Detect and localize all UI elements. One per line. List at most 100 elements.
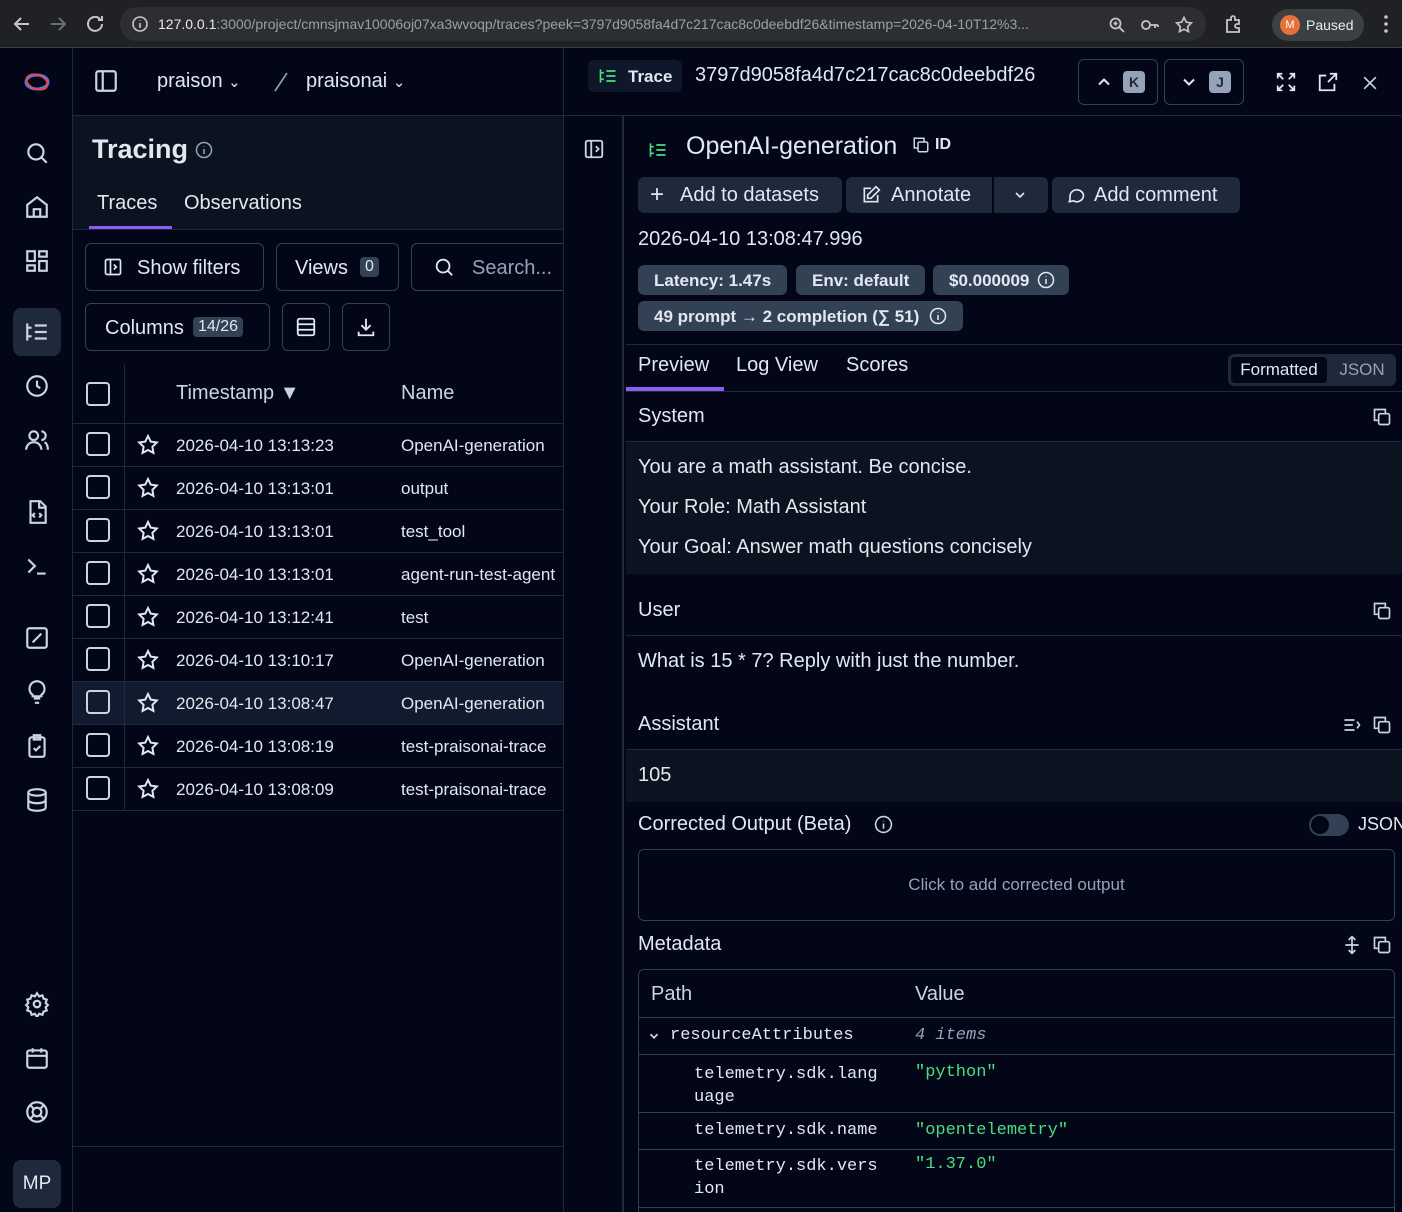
row-checkbox[interactable] xyxy=(86,518,110,542)
expand-icon[interactable] xyxy=(1275,71,1297,93)
row-checkbox[interactable] xyxy=(86,776,110,800)
star-icon[interactable] xyxy=(136,562,160,586)
forward-arrow-icon[interactable] xyxy=(46,12,70,36)
password-key-icon[interactable] xyxy=(1140,16,1160,34)
datasets-database-icon[interactable] xyxy=(24,787,50,813)
info-icon[interactable] xyxy=(929,307,947,325)
star-icon[interactable] xyxy=(136,777,160,801)
row-checkbox[interactable] xyxy=(86,432,110,456)
table-row[interactable]: 2026-04-10 13:08:19 test-praisonai-trace xyxy=(73,725,563,768)
star-icon[interactable] xyxy=(136,433,160,457)
annotate-dropdown-button[interactable] xyxy=(994,177,1048,213)
add-to-datasets-button[interactable]: + Add to datasets xyxy=(638,177,842,213)
open-external-icon[interactable] xyxy=(1317,71,1339,93)
table-row[interactable]: 2026-04-10 13:13:23 OpenAI-generation xyxy=(73,424,563,467)
table-row[interactable]: 2026-04-10 13:10:17 OpenAI-generation xyxy=(73,639,563,682)
id-label[interactable]: ID xyxy=(935,136,951,154)
profile-paused-button[interactable]: M Paused xyxy=(1272,9,1364,41)
copy-id-icon[interactable] xyxy=(912,136,930,154)
row-checkbox[interactable] xyxy=(86,604,110,628)
tab-preview[interactable]: Preview xyxy=(638,354,709,377)
copy-icon[interactable] xyxy=(1372,407,1392,427)
site-info-icon[interactable] xyxy=(131,15,149,33)
search-input[interactable]: Search... xyxy=(411,243,563,291)
project-switcher[interactable]: praisonai ⌄ xyxy=(306,70,405,93)
tab-scores[interactable]: Scores xyxy=(846,354,908,377)
chevron-down-icon[interactable] xyxy=(647,1029,661,1043)
row-name[interactable]: OpenAI-generation xyxy=(401,436,545,456)
add-comment-button[interactable]: Add comment xyxy=(1052,177,1240,213)
sessions-clock-icon[interactable] xyxy=(24,373,50,399)
markdown-toggle-icon[interactable] xyxy=(1342,715,1362,735)
copy-icon[interactable] xyxy=(1372,601,1392,621)
sidebar-toggle-icon[interactable] xyxy=(93,68,119,94)
row-height-button[interactable] xyxy=(282,303,330,351)
calendar-icon[interactable] xyxy=(24,1045,50,1071)
playground-terminal-icon[interactable] xyxy=(24,553,50,579)
support-lifebuoy-icon[interactable] xyxy=(24,1099,50,1125)
row-checkbox[interactable] xyxy=(86,690,110,714)
table-row-selected[interactable]: 2026-04-10 13:08:47 OpenAI-generation xyxy=(73,682,563,725)
json-toggle-switch[interactable] xyxy=(1309,814,1349,836)
json-option[interactable]: JSON xyxy=(1336,357,1388,383)
show-filters-button[interactable]: Show filters xyxy=(85,243,264,291)
next-trace-button[interactable]: J xyxy=(1164,59,1244,105)
org-switcher[interactable]: praison ⌄ xyxy=(157,70,241,93)
prompts-file-icon[interactable] xyxy=(24,499,50,525)
bookmark-star-icon[interactable] xyxy=(1174,15,1194,35)
tracing-list-icon[interactable] xyxy=(13,308,61,356)
panel-toggle-icon[interactable] xyxy=(583,138,605,160)
home-icon[interactable] xyxy=(24,194,50,220)
row-name[interactable]: output xyxy=(401,479,448,499)
metadata-group-row[interactable]: resourceAttributes 4 items xyxy=(639,1018,1394,1055)
row-name[interactable]: test xyxy=(401,608,428,628)
tab-traces[interactable]: Traces xyxy=(97,192,157,215)
corrected-output-input[interactable]: Click to add corrected output xyxy=(638,849,1395,921)
extensions-icon[interactable] xyxy=(1222,12,1246,36)
tab-observations[interactable]: Observations xyxy=(184,192,302,215)
previous-trace-button[interactable]: K xyxy=(1078,59,1158,105)
copy-icon[interactable] xyxy=(1372,715,1392,735)
zoom-icon[interactable] xyxy=(1108,16,1126,34)
expand-all-icon[interactable] xyxy=(1342,935,1362,955)
formatted-option[interactable]: Formatted xyxy=(1231,357,1327,383)
annotate-button[interactable]: Annotate xyxy=(846,177,992,213)
table-row[interactable]: 2026-04-10 13:13:01 agent-run-test-agent xyxy=(73,553,563,596)
address-bar[interactable]: 127.0.0.1:3000/project/cmnsjmav10006oj07… xyxy=(120,7,1206,41)
row-name[interactable]: test_tool xyxy=(401,522,465,542)
star-icon[interactable] xyxy=(136,605,160,629)
select-all-checkbox[interactable] xyxy=(86,382,110,406)
kebab-menu-icon[interactable] xyxy=(1374,12,1398,36)
reload-icon[interactable] xyxy=(83,12,107,36)
star-icon[interactable] xyxy=(136,734,160,758)
table-row[interactable]: 2026-04-10 13:08:09 test-praisonai-trace xyxy=(73,768,563,811)
scores-percent-icon[interactable] xyxy=(24,625,50,651)
users-icon[interactable] xyxy=(24,427,50,453)
table-row[interactable]: 2026-04-10 13:13:01 test_tool xyxy=(73,510,563,553)
star-icon[interactable] xyxy=(136,691,160,715)
row-checkbox[interactable] xyxy=(86,475,110,499)
close-icon[interactable] xyxy=(1360,73,1380,93)
app-logo[interactable] xyxy=(24,70,50,94)
trace-id[interactable]: 3797d9058fa4d7c217cac8c0deebdf26 xyxy=(695,64,1035,87)
row-name[interactable]: OpenAI-generation xyxy=(401,694,545,714)
star-icon[interactable] xyxy=(136,648,160,672)
row-checkbox[interactable] xyxy=(86,733,110,757)
lightbulb-icon[interactable] xyxy=(24,679,50,705)
info-icon[interactable] xyxy=(195,141,213,159)
download-button[interactable] xyxy=(342,303,390,351)
info-icon[interactable] xyxy=(1037,271,1055,289)
columns-button[interactable]: Columns 14/26 xyxy=(85,303,270,351)
table-row[interactable]: 2026-04-10 13:12:41 test xyxy=(73,596,563,639)
user-avatar[interactable]: MP xyxy=(13,1160,61,1208)
star-icon[interactable] xyxy=(136,519,160,543)
back-arrow-icon[interactable] xyxy=(10,12,34,36)
dashboard-icon[interactable] xyxy=(24,248,50,274)
annotation-clipboard-icon[interactable] xyxy=(24,733,50,759)
url-text[interactable]: 127.0.0.1:3000/project/cmnsjmav10006oj07… xyxy=(158,16,1098,32)
table-row[interactable]: 2026-04-10 13:13:01 output xyxy=(73,467,563,510)
name-header[interactable]: Name xyxy=(401,382,454,405)
copy-icon[interactable] xyxy=(1372,935,1392,955)
row-name[interactable]: OpenAI-generation xyxy=(401,651,545,671)
star-icon[interactable] xyxy=(136,476,160,500)
